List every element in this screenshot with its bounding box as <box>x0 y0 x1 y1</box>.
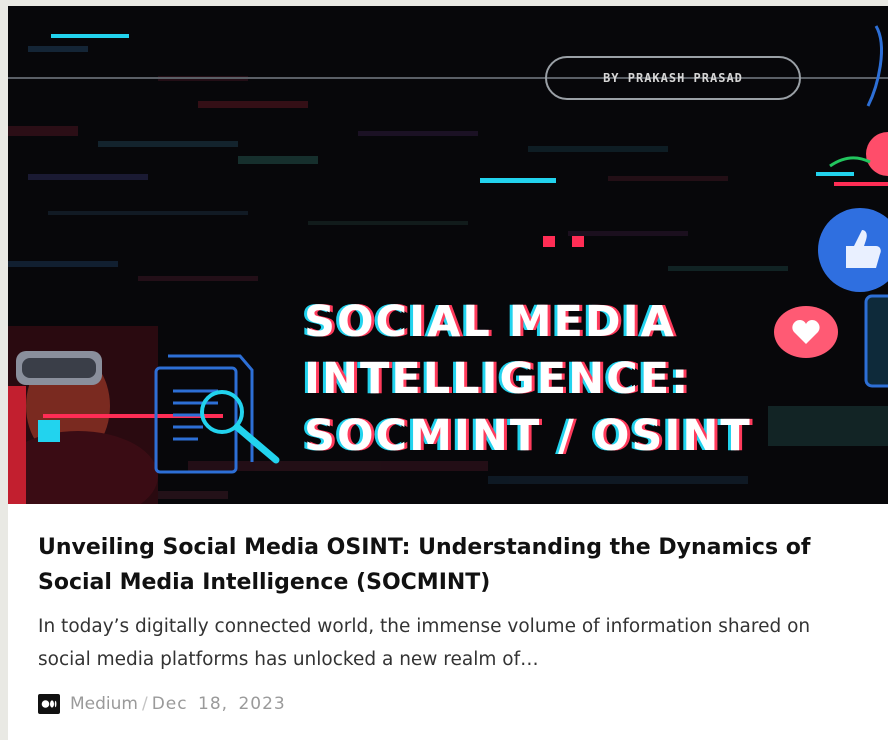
article-title-link[interactable]: Unveiling Social Media OSINT: Understand… <box>38 530 858 600</box>
cover-headline: SOCIAL MEDIA INTELLIGENCE: SOCMINT / OSI… <box>304 294 752 465</box>
cover-headline-line-1: SOCIAL MEDIA <box>304 297 676 347</box>
article-meta[interactable]: Medium / Dec 18, 2023 <box>38 692 286 716</box>
cover-headline-line-3: SOCMINT / OSINT <box>304 411 752 461</box>
byline-badge: BY PRAKASH PRASAD <box>545 56 801 100</box>
article-excerpt: In today’s digitally connected world, th… <box>38 616 811 670</box>
medium-logo-icon <box>38 694 60 714</box>
meta-separator: / <box>141 694 148 714</box>
article-card[interactable]: BY PRAKASH PRASAD SOCIAL MEDIA INTELLIGE… <box>8 6 888 740</box>
source-name: Medium <box>70 694 138 714</box>
article-cover-image[interactable]: BY PRAKASH PRASAD SOCIAL MEDIA INTELLIGE… <box>8 6 888 504</box>
cover-headline-line-2: INTELLIGENCE: <box>304 354 691 404</box>
publish-date: Dec 18, 2023 <box>151 694 286 714</box>
